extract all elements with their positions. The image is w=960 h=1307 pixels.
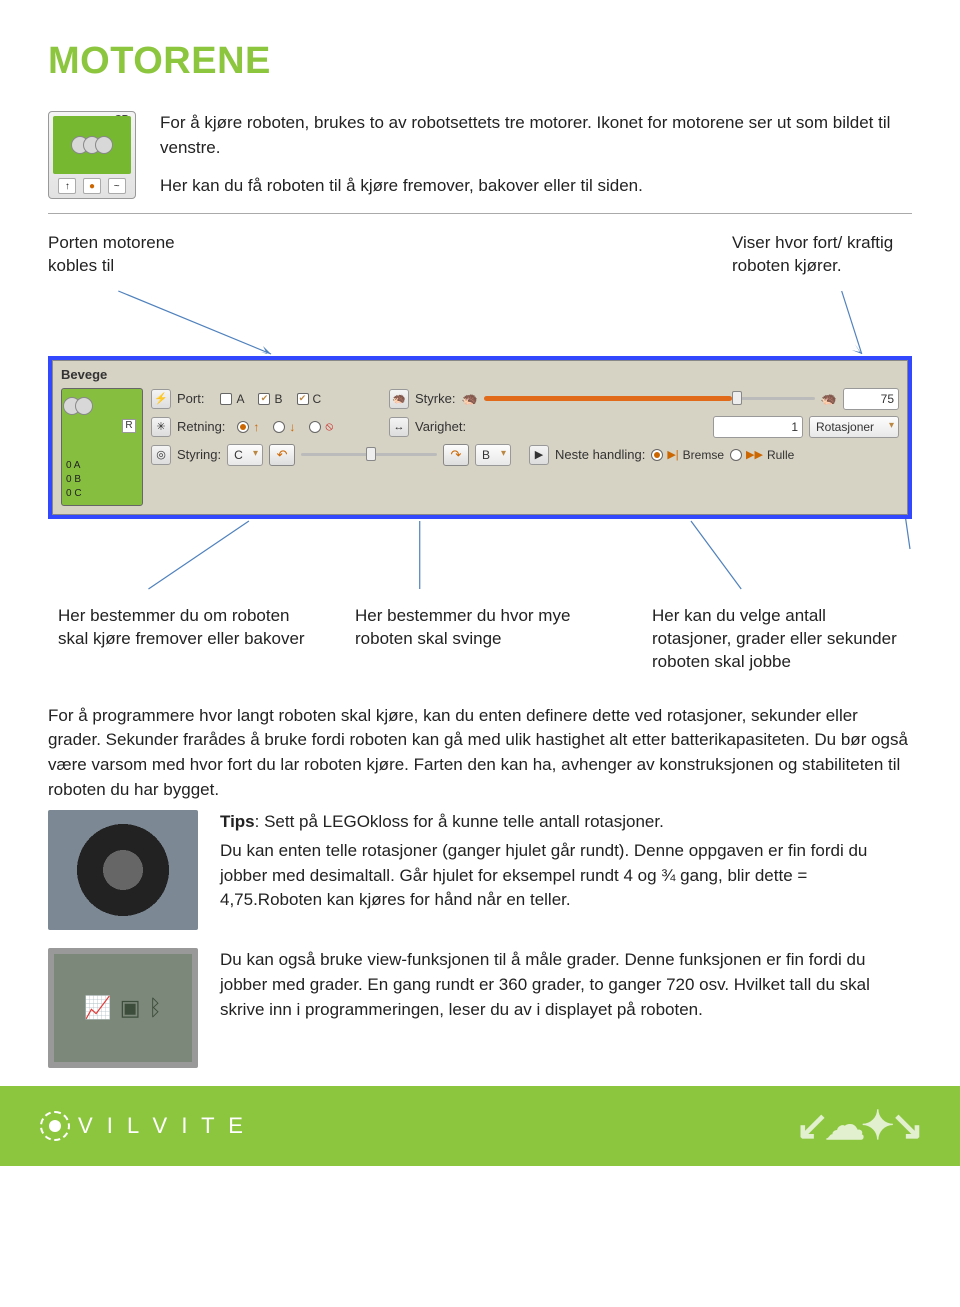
hedgehog-slow-icon: 🦔 (461, 391, 477, 407)
steering-left-port[interactable]: C (227, 444, 263, 466)
footer-decoration: ↙☁✦↘ (795, 1103, 920, 1149)
direction-label: Retning: (177, 419, 225, 434)
wheel-photo (48, 810, 198, 930)
power-label: Styrke: (415, 391, 455, 406)
view-icon: ▣ (120, 995, 141, 1021)
tips-paragraph-2: Du kan også bruke view-funksjonen til å … (220, 948, 912, 1022)
steer-right-icon: ↷ (443, 444, 469, 466)
graph-icon: 📈 (84, 995, 111, 1021)
callout-duration: Her kan du velge antall rotasjoner, grad… (652, 605, 902, 674)
page-title: MOTORENE (48, 40, 912, 83)
divider (48, 213, 912, 214)
intro-paragraph-1: For å kjøre roboten, brukes to av robots… (160, 111, 912, 160)
duration-icon: ↔ (389, 417, 409, 437)
config-panel: Bevege R 0 A 0 B 0 C (48, 356, 912, 519)
callout-port: Porten motorene kobles til (48, 232, 228, 278)
callout-steering: Her bestemmer du hvor mye roboten skal s… (355, 605, 605, 674)
tips-paragraph-1: Du kan enten telle rotasjoner (ganger hj… (220, 839, 912, 913)
steering-right-port[interactable]: B (475, 444, 511, 466)
direction-forward-radio[interactable]: ↑ (237, 420, 259, 434)
steering-label: Styring: (177, 447, 221, 462)
tips-line-1: Tips: Sett på LEGOkloss for å kunne tell… (220, 810, 912, 835)
display-photo: 📈 ▣ ᛒ (48, 948, 198, 1068)
panel-title: Bevege (61, 367, 899, 382)
port-b-checkbox[interactable]: B (258, 392, 282, 406)
steer-icon: ● (83, 178, 101, 194)
steering-icon: ◎ (151, 445, 171, 465)
port-c-checkbox[interactable]: C (297, 392, 322, 406)
hedgehog-icon: 🦔 (389, 389, 409, 409)
port-a-checkbox[interactable]: A (220, 392, 244, 406)
callout-arrows-top (48, 286, 912, 356)
gear-icon (95, 136, 113, 154)
port-label: Port: (177, 391, 204, 406)
compass-icon: ✳ (151, 417, 171, 437)
footer: V I L V I T E ↙☁✦↘ (0, 1086, 960, 1166)
power-value[interactable]: 75 (843, 388, 899, 410)
steer-left-icon: ↶ (269, 444, 295, 466)
plug-icon: ⚡ (151, 389, 171, 409)
callout-power: Viser hvor fort/ kraftig roboten kjører. (732, 232, 912, 278)
steering-slider[interactable] (301, 453, 437, 456)
logo-bug-icon (40, 1111, 70, 1141)
duration-value[interactable]: 1 (713, 416, 803, 438)
intro-paragraph-2: Her kan du få roboten til å kjøre fremov… (160, 174, 912, 199)
motor-block-icon: CB ↑ ● ~ (48, 111, 136, 199)
next-coast-radio[interactable]: ▶▶Rulle (730, 448, 794, 462)
callout-direction: Her bestemmer du om roboten skal kjøre f… (58, 605, 308, 674)
reset-indicator: R (122, 419, 136, 433)
vilvite-logo: V I L V I T E (40, 1111, 247, 1141)
next-action-label: Neste handling: (555, 447, 645, 462)
duration-label: Varighet: (415, 419, 466, 434)
block-preview: R 0 A 0 B 0 C (61, 388, 143, 506)
next-brake-radio[interactable]: ▶|Bremse (651, 448, 724, 462)
hedgehog-fast-icon: 🦔 (821, 391, 837, 407)
duration-icon: ~ (108, 178, 126, 194)
direction-stop-radio[interactable]: ⦸ (309, 419, 333, 434)
duration-unit-dropdown[interactable]: Rotasjoner (809, 416, 899, 438)
gear-icon (75, 397, 93, 415)
next-action-icon: ▶ (529, 445, 549, 465)
body-paragraph: For å programmere hvor langt roboten ska… (48, 704, 912, 803)
direction-up-icon: ↑ (58, 178, 76, 194)
port-readout: 0 A 0 B 0 C (66, 459, 82, 501)
bluetooth-icon: ᛒ (149, 995, 162, 1021)
direction-backward-radio[interactable]: ↓ (273, 420, 295, 434)
callout-arrows-bottom (48, 519, 912, 599)
power-slider[interactable] (484, 397, 815, 400)
